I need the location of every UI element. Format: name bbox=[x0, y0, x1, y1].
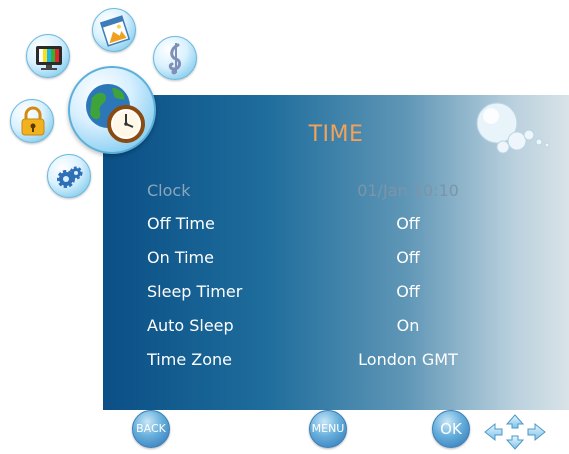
auto-sleep-label: Auto Sleep bbox=[147, 316, 234, 335]
sleep-timer-label: Sleep Timer bbox=[147, 282, 243, 301]
off-time-value[interactable]: Off bbox=[308, 214, 508, 233]
arrow-keys-icon bbox=[484, 414, 546, 450]
clock-value: 01/Jan 10:10 bbox=[357, 181, 459, 200]
menu-row-time-zone[interactable]: Time Zone London GMT bbox=[103, 344, 569, 376]
time-zone-value[interactable]: London GMT bbox=[308, 350, 508, 369]
bubbles-decoration-icon bbox=[476, 102, 550, 154]
sleep-timer-value[interactable]: Off bbox=[308, 282, 508, 301]
off-time-label: Off Time bbox=[147, 214, 215, 233]
clock-label: Clock bbox=[147, 181, 191, 200]
setup-gear-icon[interactable] bbox=[47, 154, 91, 198]
menu-row-auto-sleep[interactable]: Auto Sleep On bbox=[103, 310, 569, 342]
picture-icon[interactable] bbox=[26, 34, 70, 78]
ok-button[interactable]: OK bbox=[432, 410, 470, 448]
menu-row-sleep-timer[interactable]: Sleep Timer Off bbox=[103, 276, 569, 308]
on-time-value[interactable]: Off bbox=[308, 248, 508, 267]
auto-sleep-value[interactable]: On bbox=[308, 316, 508, 335]
on-time-label: On Time bbox=[147, 248, 214, 267]
time-menu-panel: TIME Clock 01/Jan 10:10 Off Time Off On … bbox=[103, 95, 569, 410]
time-icon[interactable] bbox=[68, 66, 156, 154]
back-button[interactable]: BACK bbox=[132, 410, 170, 448]
photo-media-icon[interactable] bbox=[92, 8, 136, 52]
menu-row-off-time[interactable]: Off Time Off bbox=[103, 208, 569, 240]
time-zone-label: Time Zone bbox=[147, 350, 232, 369]
menu-row-on-time[interactable]: On Time Off bbox=[103, 242, 569, 274]
music-icon[interactable] bbox=[153, 36, 197, 80]
menu-row-clock: Clock 01/Jan 10:10 bbox=[103, 175, 569, 207]
lock-icon[interactable] bbox=[10, 99, 54, 143]
menu-button[interactable]: MENU bbox=[309, 410, 347, 448]
